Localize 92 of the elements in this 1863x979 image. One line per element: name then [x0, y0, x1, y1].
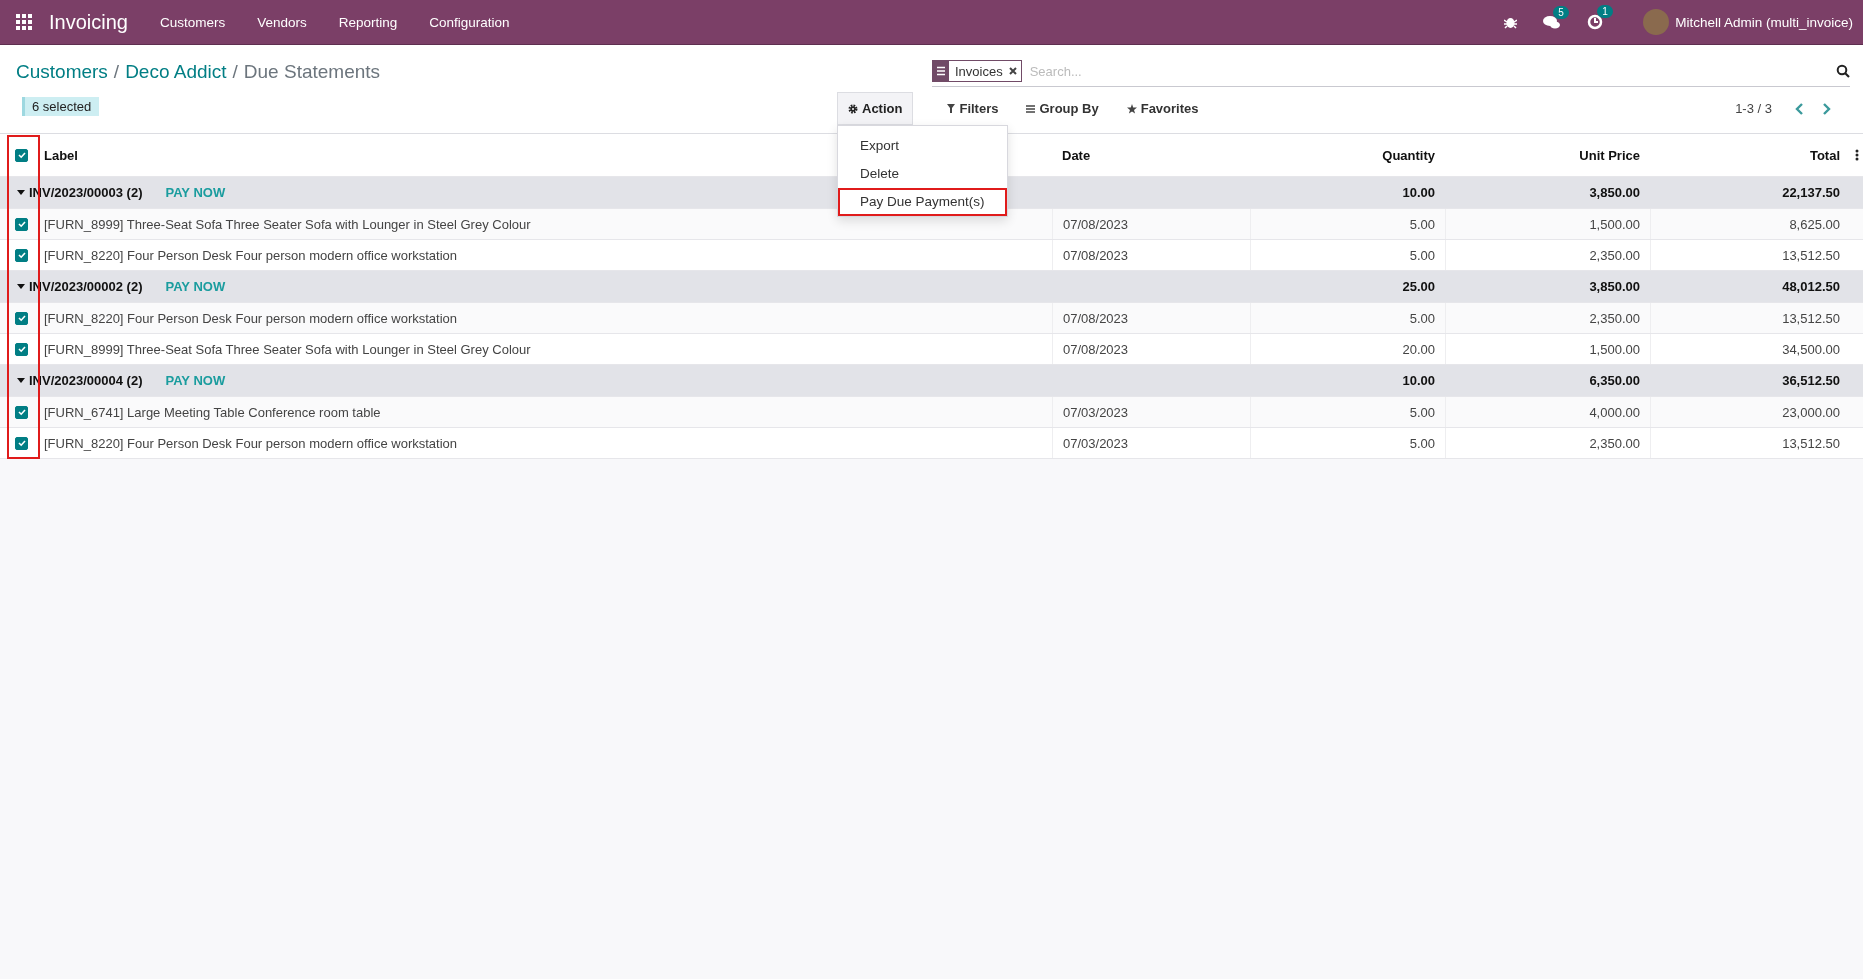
- row-checkbox[interactable]: [15, 248, 28, 262]
- column-header[interactable]: Date: [1062, 147, 1091, 163]
- column-header[interactable]: Quantity: [1382, 147, 1435, 163]
- list-icon: [933, 61, 949, 81]
- activity-count-badge: 1: [1597, 5, 1613, 18]
- selection-count: 6 selected: [22, 97, 100, 116]
- table-cell: 07/03/2023: [1063, 435, 1129, 451]
- column-header[interactable]: Total: [1809, 147, 1840, 163]
- gear-icon: [848, 103, 858, 114]
- group-unit-price: 3,850.00: [1589, 185, 1640, 200]
- search-facet[interactable]: Invoices: [932, 60, 1022, 82]
- table-cell: 1,500.00: [1589, 216, 1640, 232]
- table-cell: 34,500.00: [1782, 341, 1840, 357]
- chat-icon[interactable]: [1543, 14, 1562, 30]
- breadcrumb-link[interactable]: Customers: [16, 61, 108, 83]
- table-cell: 13,512.50: [1782, 247, 1840, 263]
- close-icon[interactable]: [1008, 67, 1017, 75]
- table-cell: 07/08/2023: [1063, 216, 1129, 232]
- caret-icon[interactable]: [17, 190, 25, 195]
- kebab-icon[interactable]: [1854, 149, 1859, 161]
- user-name[interactable]: Mitchell Admin (multi_invoice): [1675, 14, 1853, 30]
- group-total: 36,512.50: [1782, 373, 1840, 388]
- table-cell: 5.00: [1409, 435, 1435, 451]
- app-name[interactable]: Invoicing: [49, 10, 128, 34]
- search-field[interactable]: Invoices Search...: [932, 59, 1850, 87]
- table-cell: 13,512.50: [1782, 435, 1840, 451]
- group-quantity: 25.00: [1402, 279, 1435, 294]
- table-cell: 2,350.00: [1589, 247, 1640, 263]
- table-cell: [FURN_8220] Four Person Desk Four person modern office workstation: [44, 435, 458, 451]
- breadcrumb-link[interactable]: Deco Addict: [125, 61, 227, 83]
- table-cell: [FURN_8999] Three-Seat Sofa Three Seater Sofa with Lounger in Steel Grey Colour: [44, 216, 531, 232]
- column-header[interactable]: Unit Price: [1579, 147, 1640, 163]
- table-cell: 2,350.00: [1589, 435, 1640, 451]
- menu-item[interactable]: Pay Due Payment(s): [838, 188, 1007, 216]
- menu-item[interactable]: Export: [838, 132, 1007, 160]
- app-grid-icon[interactable]: [16, 14, 32, 30]
- table-cell: [FURN_8220] Four Person Desk Four person modern office workstation: [44, 310, 458, 326]
- row-checkbox[interactable]: [15, 405, 28, 419]
- filter-button[interactable]: Favorites: [1116, 101, 1209, 116]
- caret-icon[interactable]: [17, 284, 25, 289]
- table-cell: 5.00: [1409, 404, 1435, 420]
- table-cell: 5.00: [1409, 310, 1435, 326]
- column-header[interactable]: Label: [44, 147, 78, 163]
- group-total: 22,137.50: [1782, 185, 1840, 200]
- row-checkbox[interactable]: [15, 311, 28, 325]
- table-cell: 23,000.00: [1782, 404, 1840, 420]
- group-unit-price: 3,850.00: [1589, 279, 1640, 294]
- pager-value: 1-3 / 3: [1735, 101, 1772, 116]
- caret-icon[interactable]: [17, 378, 25, 383]
- clock-icon[interactable]: [1587, 14, 1604, 30]
- table-cell: 5.00: [1409, 216, 1435, 232]
- menu-item[interactable]: Reporting: [338, 14, 398, 30]
- breadcrumb-separator: /: [232, 61, 238, 83]
- group-total: 48,012.50: [1782, 279, 1840, 294]
- group-unit-price: 6,350.00: [1589, 373, 1640, 388]
- menu-item[interactable]: Vendors: [257, 14, 307, 30]
- table-cell: 5.00: [1409, 247, 1435, 263]
- table-cell: 07/03/2023: [1063, 404, 1129, 420]
- table-cell: 4,000.00: [1589, 404, 1640, 420]
- table-cell: [FURN_8999] Three-Seat Sofa Three Seater Sofa with Lounger in Steel Grey Colour: [44, 341, 531, 357]
- group-quantity: 10.00: [1402, 185, 1435, 200]
- table-cell: [FURN_6741] Large Meeting Table Conference room table: [44, 404, 381, 420]
- filter-button[interactable]: Filters: [937, 101, 1009, 116]
- group-quantity: 10.00: [1402, 373, 1435, 388]
- facet-label: Invoices: [955, 63, 1003, 79]
- chevron-left-icon[interactable]: [1794, 101, 1804, 116]
- table-cell: 07/08/2023: [1063, 310, 1129, 326]
- table-cell: 8,625.00: [1789, 216, 1840, 232]
- table-cell: 20.00: [1402, 341, 1435, 357]
- row-checkbox[interactable]: [15, 217, 28, 231]
- menu-item[interactable]: Customers: [159, 14, 226, 30]
- table-cell: [FURN_8220] Four Person Desk Four person modern office workstation: [44, 247, 458, 263]
- chevron-right-icon[interactable]: [1822, 101, 1832, 116]
- breadcrumb-current: Due Statements: [243, 61, 381, 83]
- bars-icon: [1026, 104, 1036, 113]
- table-cell: 07/08/2023: [1063, 247, 1129, 263]
- action-button[interactable]: Action: [837, 92, 914, 125]
- select-all-checkbox[interactable]: [15, 148, 28, 162]
- breadcrumb-separator: /: [113, 61, 120, 83]
- table-cell: 07/08/2023: [1063, 341, 1129, 357]
- message-count-badge: 5: [1553, 5, 1569, 19]
- filter-icon: [947, 104, 956, 113]
- menu-item[interactable]: Configuration: [429, 14, 510, 30]
- table-cell: 1,500.00: [1589, 341, 1640, 357]
- search-icon[interactable]: [1836, 64, 1850, 78]
- row-checkbox[interactable]: [15, 342, 28, 356]
- table-cell: 2,350.00: [1589, 310, 1640, 326]
- row-checkbox[interactable]: [15, 436, 28, 450]
- table-cell: 13,512.50: [1782, 310, 1840, 326]
- bug-icon[interactable]: [1504, 15, 1518, 29]
- filter-button[interactable]: Group By: [1016, 101, 1109, 116]
- star-icon: [1126, 103, 1137, 114]
